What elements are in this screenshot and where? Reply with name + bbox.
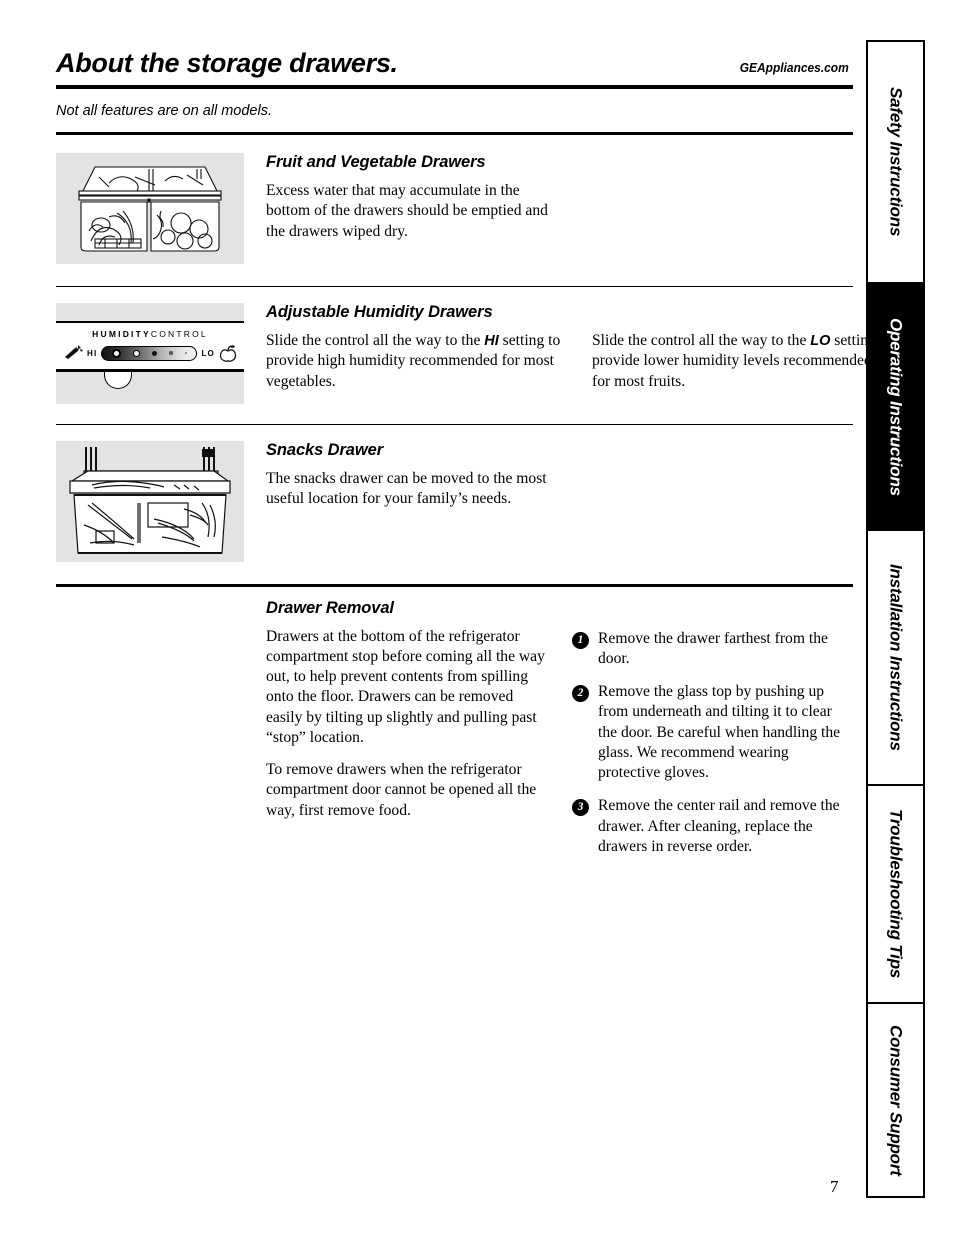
page-title: About the storage drawers. <box>56 48 398 78</box>
humidity-label-light: CONTROL <box>150 329 208 339</box>
sidebar-tab-label: Operating Instructions <box>886 317 906 496</box>
humidity-column-left: Adjustable Humidity Drawers Slide the co… <box>266 303 566 392</box>
sidebar-tab-troubleshooting-tips[interactable]: Troubleshooting Tips <box>868 786 923 1004</box>
fruit-section-body: Fruit and Vegetable Drawers Excess water… <box>266 153 853 242</box>
apple-icon <box>219 344 237 362</box>
step-text: Remove the center rail and remove the dr… <box>598 797 840 855</box>
hi-label: HI <box>87 348 98 358</box>
snacks-drawer-illustration <box>56 440 244 562</box>
fruit-and-vegetable-drawers-figure <box>56 153 244 264</box>
fruit-drawers-illustration <box>56 153 244 264</box>
section-fruit-and-vegetable-drawers: Fruit and Vegetable Drawers Excess water… <box>56 135 853 286</box>
humidity-slider-row: HI LO <box>56 344 244 365</box>
drawer-removal-step: 2 Remove the glass top by pushing up fro… <box>572 682 852 783</box>
slider-dot-2 <box>132 349 140 357</box>
sidebar-tab-label: Installation Instructions <box>886 564 906 751</box>
drawer-removal-step: 3 Remove the center rail and remove the … <box>572 796 852 857</box>
humidity-lo-emphasis: LO <box>810 333 831 349</box>
document-page: About the storage drawers. GEAppliances.… <box>0 0 954 1235</box>
section-drawer-removal: Drawer Removal Drawers at the bottom of … <box>56 587 853 858</box>
fruit-section-column: Fruit and Vegetable Drawers Excess water… <box>266 153 566 242</box>
drawer-removal-left-gutter <box>56 599 266 858</box>
step-number-badge: 2 <box>572 685 589 703</box>
slider-dot-4 <box>169 351 173 355</box>
drawer-removal-paragraph-2: To remove drawers when the refrigerator … <box>266 761 537 819</box>
section-heading-humidity: Adjustable Humidity Drawers <box>266 303 493 321</box>
drawer-removal-steps-column: 1 Remove the drawer farthest from the do… <box>572 599 852 858</box>
humidity-lo-text-before: Slide the control all the way to the <box>592 332 811 349</box>
sidebar-tab-safety-instructions[interactable]: Safety Instructions <box>868 42 923 284</box>
page-content: About the storage drawers. GEAppliances.… <box>56 48 892 858</box>
slider-dot-5 <box>184 351 188 355</box>
lo-label: LO <box>201 348 215 358</box>
drawer-removal-text-column: Drawer Removal Drawers at the bottom of … <box>266 599 546 858</box>
step-number-badge: 3 <box>572 799 589 817</box>
step-text: Remove the glass top by pushing up from … <box>598 683 841 782</box>
drawer-removal-step: 1 Remove the drawer farthest from the do… <box>572 629 852 670</box>
step-text: Remove the drawer farthest from the door… <box>598 629 828 667</box>
section-tabs-sidebar: Safety Instructions Operating Instructio… <box>866 40 925 1198</box>
section-snacks-drawer: Snacks Drawer The snacks drawer can be m… <box>56 425 853 584</box>
section-text-humidity-hi: Slide the control all the way to the HI … <box>266 331 566 392</box>
sidebar-tab-label: Consumer Support <box>886 1024 906 1176</box>
humidity-hi-emphasis: HI <box>484 333 499 349</box>
carrot-icon <box>65 345 84 359</box>
snacks-drawer-figure <box>56 440 244 562</box>
humidity-hi-text-before: Slide the control all the way to the <box>266 332 485 349</box>
slider-dot-1 <box>111 348 121 358</box>
slider-dot-3 <box>151 350 157 356</box>
section-heading-snacks: Snacks Drawer <box>266 440 384 459</box>
page-header: About the storage drawers. GEAppliances.… <box>56 48 853 79</box>
snacks-section-body: Snacks Drawer The snacks drawer can be m… <box>266 441 853 510</box>
snacks-drawer-drawing <box>69 446 231 554</box>
sidebar-tab-installation-instructions[interactable]: Installation Instructions <box>868 531 923 786</box>
humidity-section-body: Adjustable Humidity Drawers Slide the co… <box>266 303 892 392</box>
humidity-column-right: Slide the control all the way to the LO … <box>592 303 892 392</box>
humidity-control-figure: HUMIDITYCONTROL HI LO <box>56 303 244 404</box>
models-note: Not all features are on all models. <box>56 103 272 119</box>
site-url: GEAppliances.com <box>739 60 849 75</box>
panel-bottom-band <box>56 371 244 404</box>
sidebar-tab-label: Safety Instructions <box>886 87 906 237</box>
section-adjustable-humidity-drawers: HUMIDITYCONTROL HI LO Adjustable Humidit… <box>56 287 892 424</box>
section-heading-fruit: Fruit and Vegetable Drawers <box>266 153 486 171</box>
humidity-control-panel-illustration: HUMIDITYCONTROL HI LO <box>56 303 244 404</box>
fruit-drawers-drawing <box>78 166 222 252</box>
panel-control-area: HUMIDITYCONTROL HI LO <box>56 323 244 369</box>
drawer-handle-icon <box>104 371 132 389</box>
sidebar-tab-label: Troubleshooting Tips <box>886 809 906 979</box>
panel-top-band <box>56 303 244 321</box>
drawer-removal-paragraph-1: Drawers at the bottom of the refrigerato… <box>266 627 545 746</box>
section-text-snacks: The snacks drawer can be moved to the mo… <box>266 469 547 507</box>
humidity-slider-track[interactable] <box>101 345 198 361</box>
section-heading-drawer-removal: Drawer Removal <box>266 598 394 617</box>
snacks-section-column: Snacks Drawer The snacks drawer can be m… <box>266 441 566 510</box>
sidebar-tab-operating-instructions[interactable]: Operating Instructions <box>868 284 923 531</box>
step-number-badge: 1 <box>572 631 589 649</box>
section-text-fruit: Excess water that may accumulate in the … <box>266 182 548 240</box>
sidebar-tab-consumer-support[interactable]: Consumer Support <box>868 1004 923 1196</box>
page-number: 7 <box>830 1177 839 1196</box>
humidity-control-label: HUMIDITYCONTROL <box>56 330 244 339</box>
humidity-label-bold: HUMIDITY <box>92 329 151 339</box>
section-text-humidity-lo: Slide the control all the way to the LO … <box>592 331 892 392</box>
